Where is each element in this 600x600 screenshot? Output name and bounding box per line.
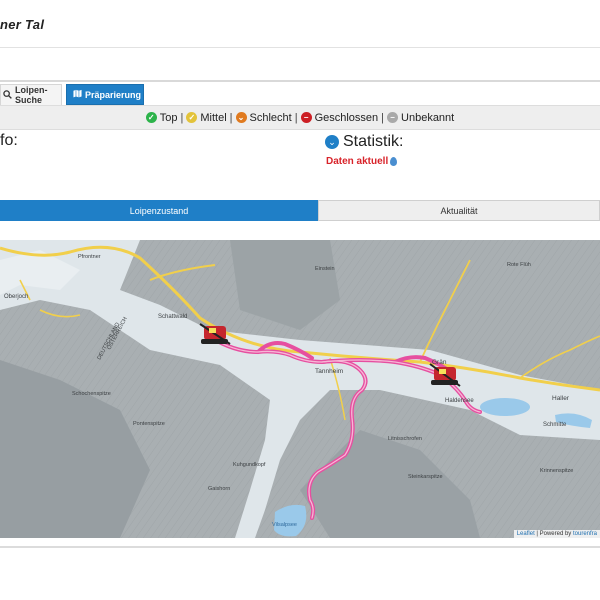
place-label: Einstein	[315, 266, 335, 272]
statistik-title: Statistik:	[343, 133, 404, 150]
place-label: Rote Flüh	[507, 262, 531, 268]
legend-unbekannt-label: Unbekannt	[401, 111, 455, 124]
place-label: Pontenspitze	[133, 421, 165, 427]
check-icon: ✓	[186, 112, 198, 123]
tab-praeparierung[interactable]: Präparierung	[66, 84, 144, 105]
tab-aktualitaet[interactable]: Aktualität	[318, 200, 600, 221]
tab-loipen-suche-label: Loipen-Suche	[15, 85, 48, 105]
main-tabs: Loipen-Suche Präparierung	[0, 84, 144, 105]
tab-loipenzustand[interactable]: Loipenzustand	[0, 200, 318, 221]
footer-divider	[0, 546, 600, 548]
place-label: Kuhgundkopf	[233, 462, 266, 468]
place-label: Schattwald	[158, 314, 187, 320]
minus-icon: −	[300, 112, 312, 123]
place-label: Haller	[552, 395, 570, 402]
legend-separator: |	[381, 111, 385, 124]
tourenfra-link[interactable]: tourenfra	[573, 531, 597, 537]
legend-separator: |	[294, 111, 298, 124]
place-label: Tannheim	[315, 368, 343, 375]
place-label: Oberjoch	[4, 294, 28, 300]
info-drop-icon	[390, 157, 398, 166]
info-heading: fo:	[0, 132, 18, 149]
place-label: Vilsalpsee	[272, 522, 297, 528]
page-title: ner Tal	[0, 17, 45, 32]
tab-praeparierung-label: Präparierung	[85, 89, 142, 100]
place-label: Litnisschrofen	[388, 436, 422, 442]
data-status-label: Daten aktuell	[326, 156, 389, 167]
data-status: Daten aktuell	[326, 156, 398, 167]
legend-schlecht: ⌄ Schlecht	[235, 111, 292, 124]
check-icon: ✓	[145, 112, 157, 123]
legend-bar: ✓ Top | ✓ Mittel | ⌄ Schlecht | − Geschl…	[0, 105, 600, 130]
place-label: Grän	[432, 359, 447, 366]
legend-geschlossen-label: Geschlossen	[314, 111, 379, 124]
chevron-down-icon: ⌄	[235, 112, 247, 123]
legend-mittel: ✓ Mittel	[186, 111, 227, 124]
place-label: Schmitte	[543, 422, 567, 428]
map-attribution: Leaflet | Powered by tourenfra	[513, 530, 600, 538]
header-divider	[0, 47, 600, 48]
legend-top-label: Top	[159, 111, 178, 124]
legend-mittel-label: Mittel	[200, 111, 227, 124]
statistik-header[interactable]: ⌄ Statistik:	[325, 133, 403, 151]
panel-divider	[0, 80, 600, 82]
map-view[interactable]: Oberjoch Schattwald Tannheim Grän Halden…	[0, 240, 600, 538]
legend-geschlossen: − Geschlossen	[300, 111, 379, 124]
legend-top: ✓ Top	[145, 111, 178, 124]
lake-haldensee	[480, 398, 530, 416]
leaflet-link[interactable]: Leaflet	[517, 531, 535, 537]
place-label: Krinnenspitze	[540, 468, 573, 474]
sub-tabs: Loipenzustand Aktualität	[0, 200, 600, 221]
chevron-down-icon[interactable]: ⌄	[325, 135, 339, 149]
attribution-text: | Powered by	[534, 531, 573, 537]
legend-unbekannt: − Unbekannt	[387, 112, 454, 124]
minus-icon: −	[387, 112, 399, 123]
place-label: Pfrontner	[78, 254, 101, 260]
map-canvas[interactable]: Oberjoch Schattwald Tannheim Grän Halden…	[0, 240, 600, 538]
map-icon	[73, 89, 82, 100]
search-icon	[3, 89, 12, 101]
legend-separator: |	[180, 111, 184, 124]
tab-loipen-suche[interactable]: Loipen-Suche	[0, 84, 62, 105]
place-label: Steinkarspitze	[408, 474, 443, 480]
place-label: Schochenspitze	[72, 391, 111, 397]
legend-separator: |	[229, 111, 233, 124]
legend-schlecht-label: Schlecht	[249, 111, 292, 124]
place-label: Gaishorn	[208, 486, 230, 492]
place-label: Haldensee	[445, 398, 474, 404]
